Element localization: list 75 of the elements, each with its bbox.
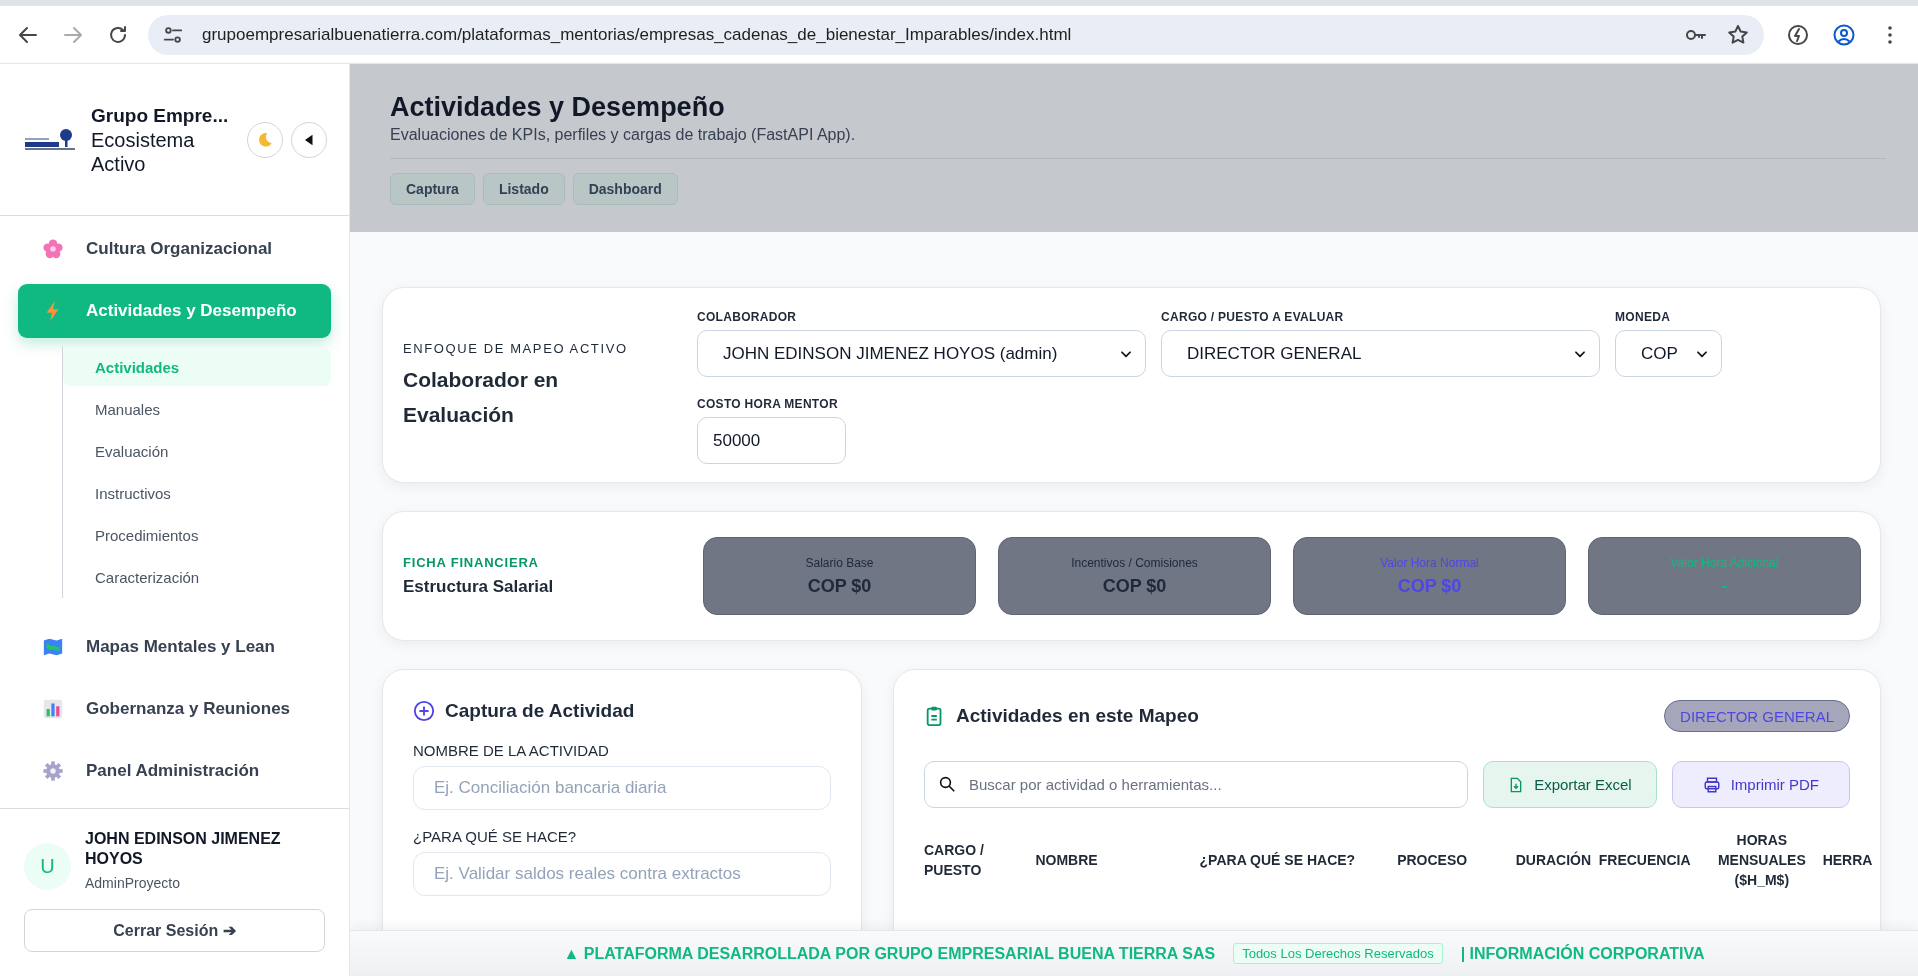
stat-label: Valor Hora Adicional: [1670, 555, 1779, 570]
dropdown[interactable]: DIRECTOR GENERAL: [1161, 330, 1600, 377]
plus-circle-icon: [413, 700, 435, 722]
nav-subitem[interactable]: Evaluación: [63, 432, 331, 470]
section-title: Colaborador en Evaluación: [403, 367, 560, 428]
card-title: Captura de Actividad: [445, 700, 635, 722]
collapse-button[interactable]: [291, 121, 327, 158]
role-badge: DIRECTOR GENERAL: [1664, 700, 1850, 732]
column-header: FRECUENCIA: [1598, 851, 1692, 870]
input-field[interactable]: Ej. Validar saldos reales contra extractos: [413, 852, 831, 896]
nav-item[interactable]: Cultura Organizacional: [18, 222, 331, 276]
column-header: HERRA: [1822, 851, 1874, 870]
stat-value: COP $0: [807, 575, 872, 597]
moon-icon: [256, 130, 274, 149]
stat-value: -: [1721, 575, 1728, 597]
gear-icon: [43, 761, 63, 781]
tab[interactable]: Dashboard: [572, 173, 678, 205]
footer-text: ▲ PLATAFORMA DESARROLLADA POR GRUPO EMPRESARIAL BUENA TIERRA SAS: [563, 944, 1216, 963]
dropdown[interactable]: COP: [1615, 330, 1722, 377]
input-field[interactable]: 50000: [697, 417, 846, 464]
export-button[interactable]: Imprimir PDF: [1671, 761, 1850, 808]
brand-title: Grupo Empre...: [91, 103, 230, 128]
section-eyebrow: ENFOQUE DE MAPEO ACTIVO: [403, 341, 629, 356]
field-label: MONEDA: [1615, 310, 1672, 324]
column-header: HORAS MENSUALES ($H_M$): [1701, 830, 1823, 890]
profile-icon[interactable]: [1832, 22, 1856, 47]
map-icon: [43, 638, 63, 656]
stat-value: COP $0: [1102, 575, 1167, 597]
dropdown[interactable]: JOHN EDINSON JIMENEZ HOYOS (admin): [697, 330, 1146, 377]
star-icon[interactable]: [1726, 22, 1750, 47]
nav-subitem[interactable]: Procedimientos: [63, 516, 331, 554]
user-avatar: U: [24, 843, 71, 890]
tab[interactable]: Captura: [390, 173, 475, 205]
stat-value: COP $0: [1397, 575, 1462, 597]
field-label: COLABORADOR: [697, 310, 798, 324]
url-text: grupoempresarialbuenatierra.com/plataformas_mentorias/empresas_cadenas_de_bienestar_Imparables/index.html: [202, 24, 1073, 45]
field-label: NOMBRE DE LA ACTIVIDAD: [413, 742, 610, 759]
user-role: AdminProyecto: [85, 875, 181, 891]
field-label: COSTO HORA MENTOR: [697, 397, 839, 411]
page-subtitle: Evaluaciones de KPIs, perfiles y cargas de trabajo (FastAPI App).: [390, 126, 1886, 159]
page-title: Actividades y Desempeño: [390, 91, 726, 124]
section-title: Estructura Salarial: [403, 577, 555, 597]
card-title: Actividades en este Mapeo: [956, 705, 1199, 727]
theme-toggle-button[interactable]: [247, 121, 283, 158]
printer-icon: [1702, 775, 1721, 794]
user-name: JOHN EDINSON JIMENEZ HOYOS: [85, 829, 282, 869]
nav-item[interactable]: Mapas Mentales y Lean: [18, 620, 331, 674]
lightning-circle-icon[interactable]: [1786, 22, 1810, 47]
column-header: PROCESO: [1397, 830, 1516, 890]
lightning-icon: [46, 300, 59, 322]
logo-icon: [25, 126, 75, 153]
stat-label: Valor Hora Normal: [1380, 555, 1479, 570]
tab[interactable]: Listado: [482, 173, 565, 205]
brand-subtitle: Ecosistema Activo: [91, 127, 196, 176]
field-label: ¿PARA QUÉ SE HACE?: [413, 828, 578, 845]
field-label: CARGO / PUESTO A EVALUAR: [1161, 310, 1345, 324]
stat-label: Salario Base: [805, 555, 874, 570]
nav-item[interactable]: Panel Administración: [18, 744, 331, 798]
flower-icon: [43, 239, 63, 259]
nav-subitem[interactable]: Instructivos: [63, 474, 331, 512]
bar-chart-icon: [43, 699, 63, 719]
nav-item[interactable]: Gobernanza y Reuniones: [18, 682, 331, 736]
column-header: NOMBRE: [1035, 830, 1200, 890]
column-header: DURACIÓN: [1515, 830, 1599, 890]
input-field[interactable]: Ej. Conciliación bancaria diaria: [413, 766, 831, 810]
column-header: ¿PARA QUÉ SE HACE?: [1199, 851, 1357, 870]
nav-subitem[interactable]: Manuales: [63, 390, 331, 428]
column-header: CARGO / PUESTO: [924, 841, 985, 880]
export-button[interactable]: Exportar Excel: [1483, 761, 1657, 808]
logout-button[interactable]: Cerrar Sesión ➔: [24, 909, 325, 952]
rights-badge: Todos Los Derechos Reservados: [1233, 943, 1443, 964]
search-field[interactable]: Buscar por actividad o herramientas...: [924, 761, 1469, 808]
section-eyebrow: FICHA FINANCIERA: [403, 555, 540, 570]
nav-subitem[interactable]: Caracterización: [63, 558, 331, 596]
stat-label: Incentivos / Comisiones: [1071, 555, 1198, 570]
